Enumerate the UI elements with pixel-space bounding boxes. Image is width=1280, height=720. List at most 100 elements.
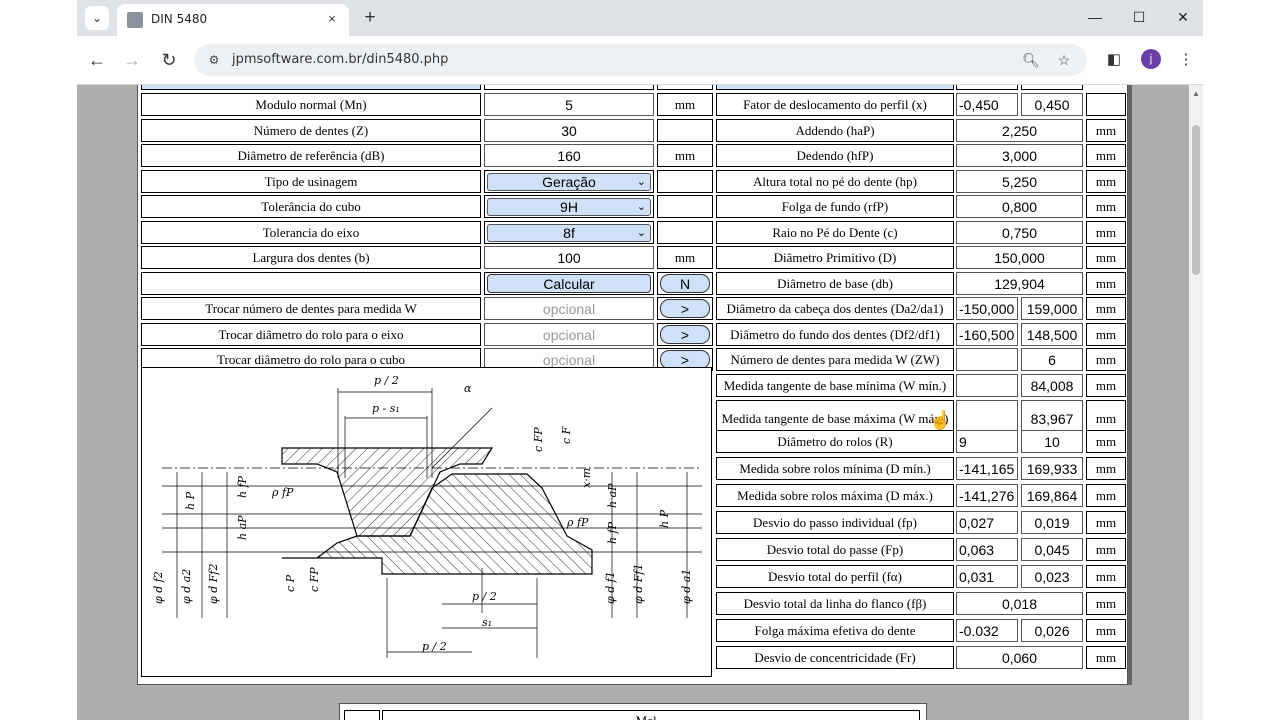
result-value-hub[interactable]: 0,027 — [956, 511, 1018, 534]
result-value-shaft[interactable]: 159,000 — [1021, 297, 1083, 320]
scroll-up-icon[interactable]: ▲ — [1192, 89, 1200, 98]
partial-header-mid — [484, 85, 654, 90]
result-value[interactable]: 3,000 — [956, 144, 1083, 167]
shaft-tol-cell: 8f ⌄ — [484, 221, 654, 244]
result-value[interactable]: 5,250 — [956, 170, 1083, 193]
result-value[interactable]: 129,904 — [956, 272, 1083, 295]
result-value-hub[interactable] — [956, 348, 1018, 371]
dim-label: h fP — [236, 475, 249, 498]
result-value-shaft[interactable]: 6 — [1021, 348, 1083, 371]
result-value-shaft[interactable]: 0,019 — [1021, 511, 1083, 534]
result-label: Medida sobre rolos máxima (D máx.) — [716, 484, 954, 507]
result-value-hub[interactable]: -150,000 — [956, 297, 1018, 320]
menu-icon[interactable]: ⋮ — [1174, 48, 1198, 72]
scrollbar-thumb[interactable] — [1192, 125, 1200, 275]
dim-label: φ d Ff2 — [207, 564, 220, 604]
profile-avatar[interactable]: j — [1141, 49, 1161, 69]
result-label: Diâmetro de base (db) — [716, 272, 954, 295]
result-value-hub[interactable]: 0,063 — [956, 538, 1018, 561]
bookmark-star-icon[interactable]: ☆ — [1054, 50, 1074, 70]
result-value-hub[interactable]: 0,031 — [956, 565, 1018, 588]
db-input[interactable]: 160 — [484, 144, 654, 167]
page-viewport: Modulo normal (Mn) 5 mm Número de dentes… — [77, 85, 1189, 720]
result-value-hub[interactable]: -0,450 — [956, 93, 1018, 116]
forward-icon[interactable]: → — [120, 48, 144, 72]
hub-tolerance-select[interactable]: 9H ⌄ — [487, 197, 651, 216]
result-value[interactable]: 0,060 — [956, 646, 1083, 669]
label-db: Diâmetro de referência (dB) — [141, 144, 481, 167]
n-cell: N — [657, 272, 713, 295]
result-value-hub[interactable]: 9 — [956, 430, 1018, 453]
swap-teeth-input[interactable]: opcional — [484, 297, 654, 320]
dim-label: p - s₁ — [372, 402, 400, 415]
result-value-hub[interactable]: -0.032 — [956, 619, 1018, 642]
result-label: Desvio de concentricidade (Fr) — [716, 646, 954, 669]
maximize-button[interactable]: ☐ — [1121, 6, 1157, 28]
result-value[interactable]: 2,250 — [956, 119, 1083, 142]
swap-roll-shaft-button[interactable]: > — [660, 325, 710, 344]
result-value[interactable]: 0,750 — [956, 221, 1083, 244]
result-value-shaft[interactable]: 169,864 — [1021, 484, 1083, 507]
chevron-down-icon: ⌄ — [636, 200, 646, 213]
result-value-shaft[interactable]: 0,026 — [1021, 619, 1083, 642]
result-value-hub[interactable] — [956, 374, 1018, 397]
result-value[interactable]: 0,800 — [956, 195, 1083, 218]
dim-label: φ d a2 — [180, 569, 193, 604]
dim-label: h aP — [606, 483, 619, 508]
new-tab-button[interactable]: + — [359, 7, 381, 29]
result-value-shaft[interactable]: 10 — [1021, 430, 1083, 453]
shaft-tolerance-select[interactable]: 8f ⌄ — [487, 223, 651, 242]
reload-icon[interactable]: ↻ — [157, 48, 181, 72]
result-unit: mm — [1086, 119, 1126, 142]
tab-strip: ⌄ DIN 5480 × + — ☐ ✕ — [77, 0, 1203, 36]
result-unit: mm — [1086, 646, 1126, 669]
address-bar[interactable]: ⚙ jpmsoftware.com.br/din5480.php 🔍︎ ☆ — [194, 44, 1087, 76]
result-value-shaft[interactable]: 0,023 — [1021, 565, 1083, 588]
result-value-shaft[interactable]: 0,045 — [1021, 538, 1083, 561]
side-panel-icon[interactable]: ◧ — [1102, 48, 1126, 72]
machining-select[interactable]: Geração ⌄ — [487, 172, 651, 191]
back-icon[interactable]: ← — [85, 48, 109, 72]
dim-label: h P — [184, 491, 197, 510]
result-value-shaft[interactable]: 169,933 — [1021, 457, 1083, 480]
result-value-shaft[interactable]: 0,450 — [1021, 93, 1083, 116]
result-value-hub[interactable]: -160,500 — [956, 323, 1018, 346]
zoom-icon[interactable]: 🔍︎ — [1021, 50, 1041, 70]
swap-roll-shaft-input[interactable]: opcional — [484, 323, 654, 346]
width-input[interactable]: 100 — [484, 246, 654, 269]
result-label: Desvio do passo individual (fp) — [716, 511, 954, 534]
z-input[interactable]: 30 — [484, 119, 654, 142]
site-info-icon[interactable]: ⚙ — [206, 52, 222, 68]
result-unit: mm — [1086, 457, 1126, 480]
result-unit: mm — [1086, 246, 1126, 269]
n-button[interactable]: N — [660, 274, 710, 293]
tab-search-button[interactable]: ⌄ — [85, 6, 109, 30]
result-label: Folga de fundo (rfP) — [716, 195, 954, 218]
result-value[interactable]: 0,018 — [956, 592, 1083, 615]
calculate-button[interactable]: Calcular — [487, 274, 651, 293]
url-text[interactable]: jpmsoftware.com.br/din5480.php — [232, 52, 448, 67]
partial-header-v1 — [956, 85, 1018, 90]
result-value-shaft[interactable]: 84,008 — [1021, 374, 1083, 397]
hub-tol-cell: 9H ⌄ — [484, 195, 654, 218]
result-unit: mm — [1086, 221, 1126, 244]
partial-header-unit — [657, 85, 713, 90]
result-value-shaft[interactable]: 148,500 — [1021, 323, 1083, 346]
label-z: Número de dentes (Z) — [141, 119, 481, 142]
result-value-hub[interactable]: -141,165 — [956, 457, 1018, 480]
tab-close-icon[interactable]: × — [323, 10, 341, 28]
vertical-scrollbar[interactable]: ▲ — [1189, 85, 1203, 720]
minimize-button[interactable]: — — [1077, 6, 1113, 28]
result-label: Diâmetro do rolos (R) — [716, 430, 954, 453]
swap-teeth-button[interactable]: > — [660, 299, 710, 318]
calc-cell: Calcular — [484, 272, 654, 295]
result-value-hub[interactable]: -141,276 — [956, 484, 1018, 507]
left-margin — [0, 0, 77, 720]
mn-input[interactable]: 5 — [484, 93, 654, 116]
shaft-tolerance-value: 8f — [563, 224, 575, 241]
close-window-button[interactable]: ✕ — [1165, 6, 1201, 28]
tab-din5480[interactable]: DIN 5480 × — [117, 4, 349, 36]
shaft-tol-unit — [657, 221, 713, 244]
result-unit: mm — [1086, 592, 1126, 615]
result-value[interactable]: 150,000 — [956, 246, 1083, 269]
